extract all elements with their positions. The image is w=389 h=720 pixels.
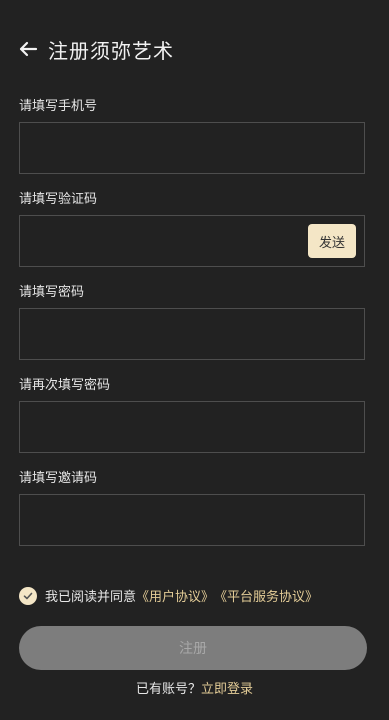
register-button[interactable]: 注册 xyxy=(19,626,367,670)
arrow-left-icon[interactable] xyxy=(18,39,38,59)
invite-code-input[interactable] xyxy=(20,495,364,545)
invite-code-field-box xyxy=(19,494,365,546)
code-field-box: 发送 xyxy=(19,215,365,267)
password-input[interactable] xyxy=(20,309,364,359)
page-title: 注册须弥艺术 xyxy=(48,38,174,63)
phone-label: 请填写手机号 xyxy=(19,99,98,114)
send-code-button[interactable]: 发送 xyxy=(308,224,356,258)
login-question: 已有账号？ xyxy=(135,682,201,697)
confirm-password-input[interactable] xyxy=(20,402,364,452)
phone-field-box xyxy=(19,122,365,174)
platform-agreement-link[interactable]: 《平台服务协议》 xyxy=(214,586,318,605)
header: 注册须弥艺术 xyxy=(18,34,174,64)
invite-code-label: 请填写邀请码 xyxy=(19,471,98,486)
agreement-row: 我已阅读并同意 《用户协议》 《平台服务协议》 xyxy=(19,586,318,605)
confirm-password-label: 请再次填写密码 xyxy=(19,378,111,393)
password-label: 请填写密码 xyxy=(19,285,85,300)
user-agreement-link[interactable]: 《用户协议》 xyxy=(136,586,214,605)
agreement-prefix: 我已阅读并同意 xyxy=(45,590,137,605)
check-circle-icon[interactable] xyxy=(19,586,37,605)
code-label: 请填写验证码 xyxy=(19,192,98,207)
login-prompt: 已有账号？立即登录 xyxy=(0,678,389,697)
confirm-password-field-box xyxy=(19,401,365,453)
login-link[interactable]: 立即登录 xyxy=(201,682,253,697)
phone-input[interactable] xyxy=(20,123,364,173)
password-field-box xyxy=(19,308,365,360)
